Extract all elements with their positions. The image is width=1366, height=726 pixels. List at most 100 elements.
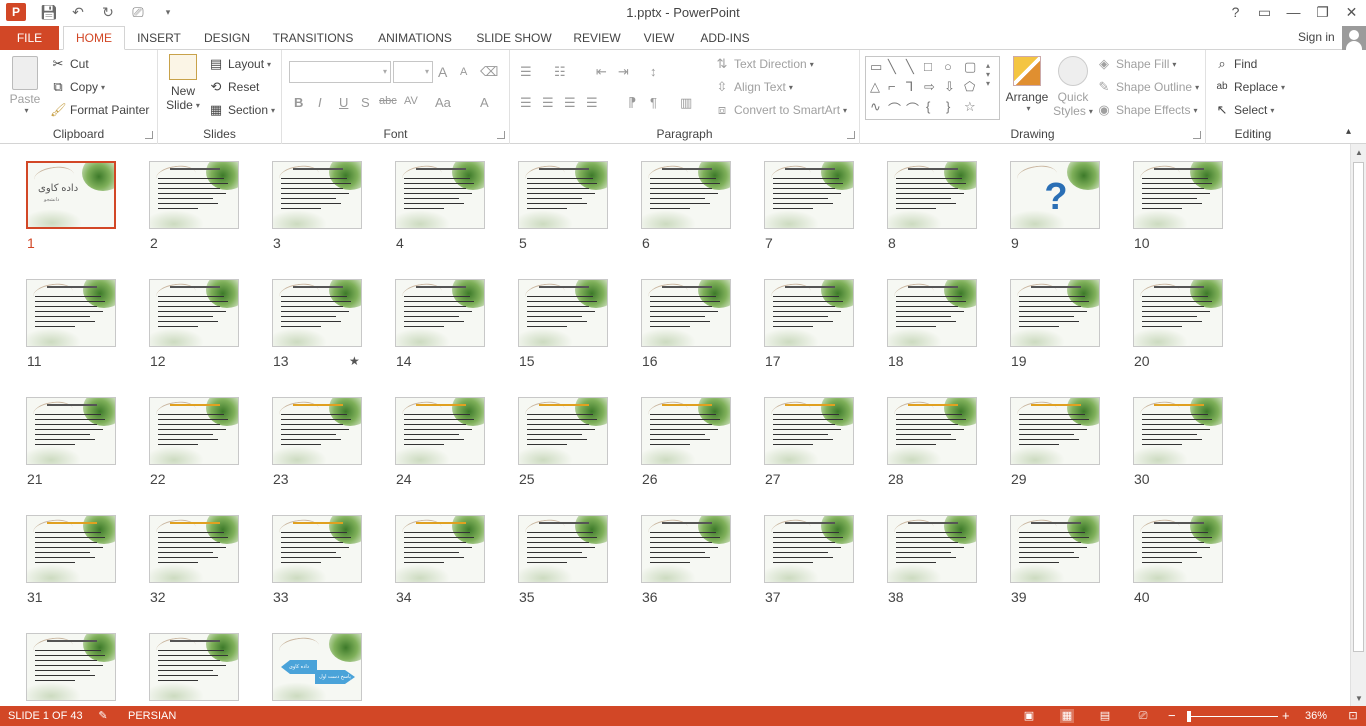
arrow-down-shape-icon[interactable]: ⇩ [944, 79, 955, 95]
tab-insert[interactable]: INSERT [131, 26, 187, 50]
undo-icon[interactable]: ↶ [70, 4, 86, 20]
slide-thumbnail[interactable] [764, 279, 854, 347]
slide-thumbnail[interactable] [887, 515, 977, 583]
tab-animations[interactable]: ANIMATIONS [370, 26, 460, 50]
scrollbar-thumb[interactable] [1353, 162, 1364, 652]
arc2-shape-icon[interactable]: ⌒ [906, 99, 919, 118]
tab-file[interactable]: FILE [0, 26, 59, 50]
slide-thumbnail[interactable] [764, 161, 854, 229]
slide-thumbnail[interactable] [395, 515, 485, 583]
increase-indent-icon[interactable]: ⇥ [618, 64, 629, 80]
zoom-level[interactable]: 36% [1305, 710, 1327, 722]
slide-thumbnail[interactable] [887, 397, 977, 465]
slide-thumbnail[interactable] [395, 397, 485, 465]
paragraph-dialog-launcher-icon[interactable] [847, 131, 855, 139]
textbox-shape-icon[interactable]: ▭ [870, 59, 882, 75]
justify-icon[interactable]: ☰ [586, 95, 598, 111]
dialog-launcher-icon[interactable] [145, 131, 153, 139]
zoom-slider[interactable] [1190, 716, 1278, 717]
slide-thumbnail[interactable] [272, 397, 362, 465]
slide-thumbnail[interactable] [518, 515, 608, 583]
layout-button[interactable]: ▤ Layout ▾ [208, 56, 271, 72]
tab-review[interactable]: REVIEW [568, 26, 626, 50]
slide-thumbnail[interactable] [26, 515, 116, 583]
slide-thumbnail[interactable] [272, 515, 362, 583]
slide-thumbnail[interactable] [1010, 397, 1100, 465]
grow-font-button[interactable]: A [438, 64, 447, 80]
align-left-icon[interactable]: ☰ [520, 95, 532, 111]
slide-thumbnail[interactable] [764, 515, 854, 583]
slide-thumbnail[interactable] [149, 161, 239, 229]
text-direction-button[interactable]: ⇅ Text Direction ▾ [714, 56, 814, 72]
bold-button[interactable]: B [294, 95, 303, 110]
line-shape-icon[interactable]: ╲ [888, 59, 896, 75]
help-button[interactable]: ? [1221, 0, 1250, 24]
rectangle-shape-icon[interactable]: □ [924, 59, 932, 74]
slide-thumbnail[interactable] [1133, 279, 1223, 347]
slide-thumbnail[interactable] [518, 161, 608, 229]
font-name-input[interactable]: ▾ [289, 61, 391, 83]
character-spacing-button[interactable]: AV [404, 95, 418, 107]
scroll-up-icon[interactable]: ▲ [1351, 144, 1366, 160]
slide-thumbnail[interactable] [1010, 279, 1100, 347]
reset-button[interactable]: ⟲ Reset [208, 79, 260, 95]
slide-thumbnail[interactable]: داده کاوی دانشجو [26, 161, 116, 229]
pentagon-shape-icon[interactable]: ⬠ [964, 79, 975, 95]
shadow-button[interactable]: S [361, 95, 370, 110]
tab-view[interactable]: VIEW [638, 26, 680, 50]
curve-shape-icon[interactable]: ∿ [870, 99, 881, 115]
zoom-out-button[interactable]: − [1168, 708, 1176, 723]
slide-thumbnail[interactable] [641, 397, 731, 465]
slide-thumbnail[interactable] [26, 397, 116, 465]
slide-thumbnail[interactable] [149, 279, 239, 347]
ribbon-display-options-button[interactable]: ▭ [1250, 0, 1279, 24]
section-button[interactable]: ▦ Section ▾ [208, 102, 275, 118]
font-color-button[interactable]: A [480, 95, 489, 110]
language-status[interactable]: PERSIAN [128, 710, 176, 722]
slide-thumbnail[interactable] [1010, 515, 1100, 583]
quick-styles-button[interactable]: Quick Styles ▾ [1053, 56, 1093, 118]
slide-thumbnail[interactable] [1133, 397, 1223, 465]
start-presentation-icon[interactable]: ⎚ [130, 4, 146, 20]
bullets-icon[interactable]: ☰ [520, 64, 532, 80]
scroll-down-icon[interactable]: ▼ [1351, 690, 1366, 706]
italic-button[interactable]: I [318, 95, 322, 110]
align-text-button[interactable]: ⇳ Align Text ▾ [714, 79, 793, 95]
slide-thumbnail[interactable]: داده کاوی پاسخ دست اول [272, 633, 362, 701]
oval-shape-icon[interactable]: ○ [944, 59, 952, 74]
tab-add-ins[interactable]: ADD-INS [692, 26, 758, 50]
slide-thumbnail[interactable] [1133, 161, 1223, 229]
drawing-dialog-launcher-icon[interactable] [1193, 131, 1201, 139]
line-spacing-icon[interactable]: ↕ [650, 64, 657, 79]
copy-button[interactable]: ⧉ Copy ▾ [50, 79, 105, 95]
maximize-button[interactable]: ❐ [1308, 0, 1337, 24]
replace-button[interactable]: ab Replace ▾ [1214, 79, 1285, 95]
ltr-icon[interactable]: ⁋ [628, 95, 636, 111]
save-icon[interactable]: 💾︎ [40, 4, 58, 20]
font-size-input[interactable]: ▾ [393, 61, 433, 83]
font-dialog-launcher-icon[interactable] [497, 131, 505, 139]
slide-thumbnail[interactable] [149, 515, 239, 583]
underline-button[interactable]: U [339, 95, 348, 110]
align-center-icon[interactable]: ☰ [542, 95, 554, 111]
normal-view-icon[interactable]: ▣ [1022, 709, 1036, 723]
shrink-font-button[interactable]: A [460, 66, 467, 78]
select-button[interactable]: ↖ Select ▾ [1214, 102, 1275, 118]
star-shape-icon[interactable]: ☆ [964, 99, 976, 115]
shape-effects-button[interactable]: ◉ Shape Effects ▾ [1096, 102, 1197, 118]
tab-slide-show[interactable]: SLIDE SHOW [472, 26, 556, 50]
slide-show-view-icon[interactable]: ⎚ [1136, 709, 1150, 723]
powerpoint-logo[interactable]: P [6, 3, 26, 21]
animation-indicator-icon[interactable]: ★ [349, 354, 360, 368]
line2-shape-icon[interactable]: ╲ [906, 59, 914, 75]
tab-transitions[interactable]: TRANSITIONS [268, 26, 358, 50]
brace-left-shape-icon[interactable]: { [926, 99, 930, 114]
slide-thumbnail[interactable] [395, 161, 485, 229]
slide-thumbnail[interactable] [26, 633, 116, 701]
shape-outline-button[interactable]: ✎ Shape Outline ▾ [1096, 79, 1200, 95]
shapes-gallery[interactable]: ▭ ╲ ╲ □ ○ ▢ △ ⌐ ⅂ ⇨ ⇩ ⬠ ∿ ⌒ ⌒ { } ☆ ▴ ▾ ▾ [865, 56, 1000, 120]
arc-shape-icon[interactable]: ⌒ [888, 99, 901, 118]
slide-thumbnail[interactable] [764, 397, 854, 465]
tab-home[interactable]: HOME [63, 26, 125, 50]
rtl-icon[interactable]: ¶ [650, 95, 657, 110]
